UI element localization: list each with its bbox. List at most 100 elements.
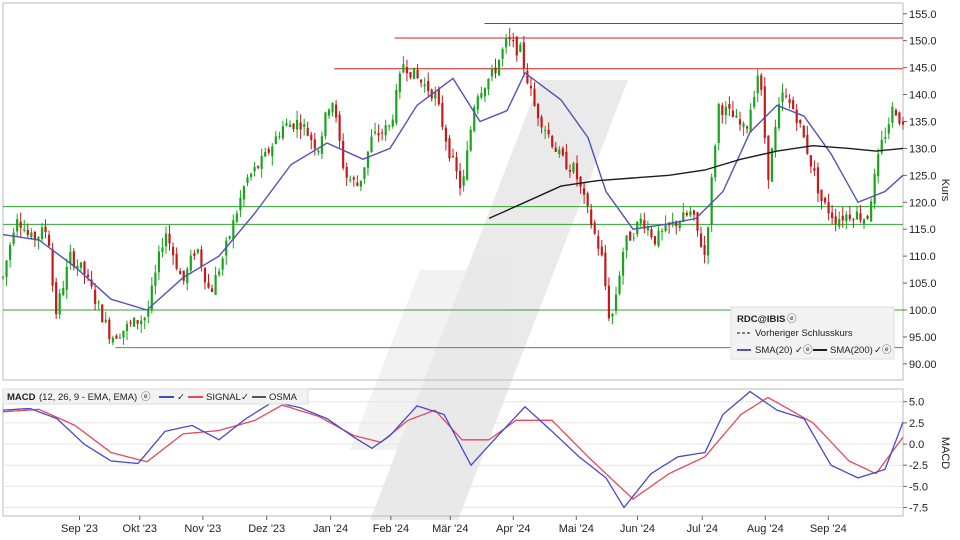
candle-body xyxy=(179,271,182,275)
macd-legend-macd-check-icon[interactable]: ✓ xyxy=(177,392,185,403)
candle-body xyxy=(218,271,221,275)
candle-body xyxy=(288,124,292,128)
candle-body xyxy=(870,201,873,222)
candle-body xyxy=(583,188,586,195)
price-tick-label: 120.0 xyxy=(909,197,937,209)
candle-body xyxy=(129,322,132,324)
legend-prev-close: Vorheriger Schlusskurs xyxy=(755,328,853,339)
candle-body xyxy=(72,251,75,267)
candle-body xyxy=(696,212,699,231)
candle-body xyxy=(118,337,122,339)
candle-body xyxy=(359,180,362,187)
candle-body xyxy=(685,212,688,216)
candle-body xyxy=(210,288,214,292)
candle-body xyxy=(97,302,100,304)
macd-legend: MACD (12, 26, 9 - EMA, EMA) ⓔ ✓ SIGNAL ✓… xyxy=(2,388,309,405)
candle-body xyxy=(62,287,65,296)
candle-body xyxy=(494,67,497,74)
candle-body xyxy=(735,115,738,118)
candle-body xyxy=(678,222,681,229)
candle-body xyxy=(501,49,504,59)
candle-body xyxy=(774,127,777,151)
candle-body xyxy=(40,227,44,239)
candle-body xyxy=(164,233,168,247)
price-tick-label: 155.0 xyxy=(909,9,937,21)
price-tick-label: 130.0 xyxy=(909,143,937,155)
candle-body xyxy=(412,67,416,80)
candle-body xyxy=(862,219,866,224)
candle-body xyxy=(86,274,90,277)
candle-body xyxy=(94,289,97,304)
candle-body xyxy=(175,254,178,269)
candle-body xyxy=(101,304,104,323)
price-tick-label: 125.0 xyxy=(909,170,937,182)
candle-body xyxy=(689,211,692,216)
macd-tick-label: 2.5 xyxy=(909,418,924,430)
candle-body xyxy=(508,36,511,40)
x-tick-label: Feb '24 xyxy=(373,523,409,535)
macd-tick-label: -5.0 xyxy=(909,481,928,493)
candle-body xyxy=(448,138,451,159)
macd-legend-title: MACD xyxy=(7,392,36,403)
candle-body xyxy=(58,293,61,315)
candle-body xyxy=(901,121,905,125)
candle-body xyxy=(877,154,880,177)
candle-body xyxy=(760,75,763,90)
candle-body xyxy=(306,127,309,136)
candle-body xyxy=(590,209,593,226)
candle-body xyxy=(264,151,267,157)
price-tick-label: 150.0 xyxy=(909,36,937,48)
candle-body xyxy=(738,119,742,125)
price-tick-label: 110.0 xyxy=(909,251,936,263)
legend-sma200: SMA(200) xyxy=(830,345,873,356)
candle-body xyxy=(253,167,256,172)
candle-body xyxy=(143,317,146,321)
candle-body xyxy=(763,86,766,139)
candle-body xyxy=(834,216,837,224)
candle-body xyxy=(441,103,444,127)
macd-legend-info-icon[interactable]: ⓔ xyxy=(141,392,151,403)
candle-body xyxy=(83,261,86,275)
legend-info-icon[interactable]: ⓔ xyxy=(787,314,797,325)
candle-body xyxy=(221,258,224,270)
candle-body xyxy=(246,177,249,183)
candle-body xyxy=(490,68,494,77)
candle-body xyxy=(742,123,745,127)
x-tick-label: Sep '24 xyxy=(810,523,847,535)
candle-body xyxy=(133,317,136,327)
candle-body xyxy=(561,148,564,156)
candle-body xyxy=(12,232,15,244)
candle-body xyxy=(1,276,5,278)
legend-sma200-check-icon[interactable]: ✓ⓔ xyxy=(874,345,892,356)
candle-body xyxy=(161,247,164,252)
candle-body xyxy=(8,244,12,260)
candle-body xyxy=(249,173,253,177)
macd-legend-signal-check-icon[interactable]: ✓ xyxy=(241,392,249,403)
candle-body xyxy=(777,104,781,129)
price-tick-label: 100.0 xyxy=(909,305,937,317)
candle-body xyxy=(841,215,844,221)
price-tick-label: 135.0 xyxy=(909,116,937,128)
candle-body xyxy=(714,145,717,178)
candle-body xyxy=(625,235,628,251)
candle-body xyxy=(845,214,848,222)
candle-body xyxy=(398,73,401,92)
legend-sma20-check-icon[interactable]: ✓ⓔ xyxy=(795,345,813,356)
candle-body xyxy=(462,176,465,186)
candle-body xyxy=(809,155,812,167)
candle-body xyxy=(285,123,288,126)
candle-body xyxy=(756,75,759,94)
candle-body xyxy=(303,124,306,127)
candle-body xyxy=(526,71,529,84)
candle-body xyxy=(866,215,869,219)
candle-body xyxy=(721,105,724,116)
candle-body xyxy=(480,93,483,98)
candle-body xyxy=(707,227,710,256)
candle-body xyxy=(296,119,299,130)
candle-body xyxy=(749,109,752,133)
x-tick-label: Okt '23 xyxy=(123,523,158,535)
candle-body xyxy=(366,151,370,168)
x-tick-label: Nov '23 xyxy=(184,523,221,535)
candle-body xyxy=(547,129,550,135)
candle-body xyxy=(767,135,770,180)
